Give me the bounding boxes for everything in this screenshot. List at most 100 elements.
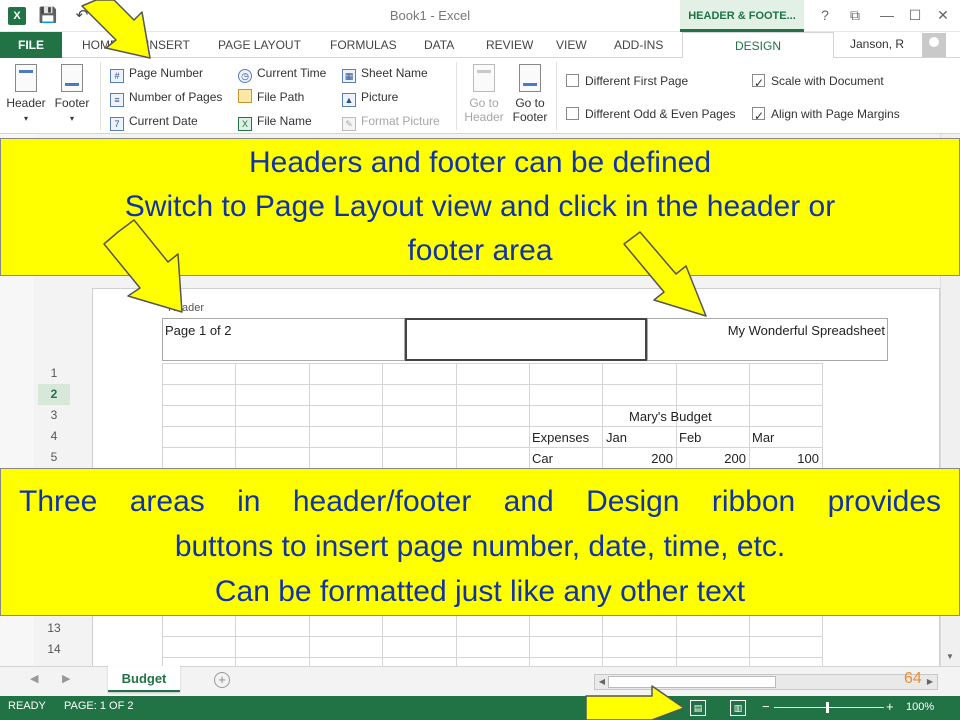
current-date-button[interactable]: 7 Current Date: [110, 110, 198, 132]
row-header[interactable]: 4: [38, 426, 70, 447]
header-button[interactable]: Header ▾: [6, 64, 46, 130]
header-icon: [15, 64, 37, 92]
avatar[interactable]: [922, 33, 946, 57]
ribbon-display-icon[interactable]: ⧉: [842, 4, 868, 26]
file-path-label: File Path: [257, 90, 305, 104]
tab-add-ins[interactable]: ADD-INS: [614, 32, 663, 58]
zoom-out-icon[interactable]: −: [762, 699, 770, 714]
file-path-button[interactable]: File Path: [238, 86, 304, 108]
number-of-pages-icon: ≡: [110, 93, 124, 107]
status-page: PAGE: 1 OF 2: [64, 700, 134, 712]
tab-design[interactable]: DESIGN: [682, 32, 834, 59]
different-odd-even-label: Different Odd & Even Pages: [585, 107, 736, 121]
tab-page-layout[interactable]: PAGE LAYOUT: [218, 32, 301, 58]
current-time-button[interactable]: ◷ Current Time: [238, 62, 326, 84]
window-title: Book1 - Excel: [389, 8, 471, 23]
row-header-selected[interactable]: 2: [38, 384, 70, 405]
close-icon[interactable]: ✕: [930, 4, 956, 26]
go-to-footer-label: Go to: [515, 96, 545, 110]
header-right-section[interactable]: My Wonderful Spreadsheet: [647, 318, 888, 361]
checkbox-box-checked: [752, 72, 765, 94]
help-icon[interactable]: ?: [812, 4, 838, 26]
sheet-name-button[interactable]: ▦ Sheet Name: [342, 62, 428, 84]
zoom-level[interactable]: 100%: [906, 701, 934, 713]
previous-sheet-icon[interactable]: ◀: [30, 672, 38, 685]
row-header[interactable]: 3: [38, 405, 70, 426]
scroll-down-icon[interactable]: ▼: [942, 652, 958, 664]
go-to-footer-icon: [519, 64, 541, 92]
cell-jan[interactable]: Jan: [603, 427, 630, 448]
different-odd-even-checkbox[interactable]: Different Odd & Even Pages: [566, 103, 736, 125]
format-picture-label: Format Picture: [361, 114, 440, 128]
zoom-slider-thumb[interactable]: [826, 702, 829, 713]
checkbox-box: [566, 107, 579, 120]
file-name-button[interactable]: X File Name: [238, 110, 312, 132]
tab-home[interactable]: HOME: [82, 32, 118, 58]
tab-formulas[interactable]: FORMULAS: [330, 32, 397, 58]
checkbox-box-checked: [752, 105, 765, 127]
row-header[interactable]: 14: [38, 639, 70, 660]
next-sheet-icon[interactable]: ▶: [62, 672, 70, 685]
picture-label: Picture: [361, 90, 399, 104]
checkbox-box: [566, 74, 579, 87]
cell-car-feb[interactable]: 200: [676, 448, 749, 469]
scale-with-document-label: Scale with Document: [771, 74, 884, 88]
user-name[interactable]: Janson, R: [850, 37, 904, 51]
go-to-header-icon: [473, 64, 495, 92]
row-header[interactable]: 13: [38, 618, 70, 639]
callout-top-line2: Switch to Page Layout view and click in …: [124, 190, 836, 223]
tab-review[interactable]: REVIEW: [486, 32, 533, 58]
scale-with-document-checkbox[interactable]: Scale with Document: [752, 70, 884, 94]
save-icon[interactable]: 💾: [38, 6, 58, 26]
zoom-in-icon[interactable]: +: [886, 699, 894, 714]
cell-title[interactable]: Mary's Budget: [626, 406, 715, 427]
row-header[interactable]: 5: [38, 447, 70, 468]
format-picture-icon: ✎: [342, 117, 356, 131]
row-header[interactable]: 1: [38, 363, 70, 384]
cell-feb[interactable]: Feb: [676, 427, 704, 448]
footer-button[interactable]: Footer ▾: [52, 64, 92, 130]
page-number-button[interactable]: # Page Number: [110, 62, 203, 84]
page-number-label: Page Number: [129, 66, 204, 80]
ribbon-divider: [456, 62, 457, 130]
undo-icon[interactable]: ↶: [72, 6, 92, 26]
current-time-label: Current Time: [257, 66, 327, 80]
scroll-right-icon[interactable]: ▶: [924, 675, 936, 689]
cell-expenses[interactable]: Expenses: [529, 427, 592, 448]
maximize-icon[interactable]: ☐: [902, 4, 928, 26]
callout-bottom-line3: Can be formatted just like any other tex…: [214, 575, 746, 608]
callout-top-line3: footer area: [407, 234, 553, 267]
cell-car[interactable]: Car: [529, 448, 556, 469]
callout-bottom-line2: buttons to insert page number, date, tim…: [174, 530, 786, 563]
tab-insert[interactable]: INSERT: [146, 32, 190, 58]
number-of-pages-button[interactable]: ≡ Number of Pages: [110, 86, 222, 108]
tab-view[interactable]: VIEW: [556, 32, 587, 58]
slide-number: 64: [904, 670, 922, 687]
sheet-name-label: Sheet Name: [361, 66, 428, 80]
different-first-page-checkbox[interactable]: Different First Page: [566, 70, 688, 92]
header-center-section[interactable]: [405, 318, 647, 361]
page-break-preview-icon[interactable]: ▥: [730, 700, 746, 716]
different-first-page-label: Different First Page: [585, 74, 689, 88]
align-with-margins-label: Align with Page Margins: [771, 107, 900, 121]
tab-data[interactable]: DATA: [424, 32, 454, 58]
minimize-icon[interactable]: —: [874, 4, 900, 26]
context-tab-header-footer-tools: HEADER & FOOTE...: [680, 0, 804, 32]
sheet-tab-budget[interactable]: Budget: [108, 666, 180, 692]
cell-mar[interactable]: Mar: [749, 427, 777, 448]
header-left-section[interactable]: Page 1 of 2: [162, 318, 405, 361]
scroll-left-icon[interactable]: ◀: [596, 675, 608, 689]
sheet-icon: ▦: [342, 69, 356, 83]
align-with-margins-checkbox[interactable]: Align with Page Margins: [752, 103, 900, 127]
horizontal-scroll-thumb[interactable]: [608, 676, 776, 688]
page-layout-view-icon[interactable]: ▤: [690, 700, 706, 716]
zoom-slider[interactable]: [774, 707, 884, 708]
picture-button[interactable]: ▲ Picture: [342, 86, 398, 108]
cell-car-mar[interactable]: 100: [749, 448, 822, 469]
go-to-footer-button[interactable]: Go to Footer: [510, 64, 550, 130]
cell-car-jan[interactable]: 200: [603, 448, 676, 469]
page-number-icon: #: [110, 69, 124, 83]
tab-file[interactable]: FILE: [0, 32, 62, 58]
add-sheet-icon[interactable]: +: [214, 672, 230, 688]
footer-icon: [61, 64, 83, 92]
